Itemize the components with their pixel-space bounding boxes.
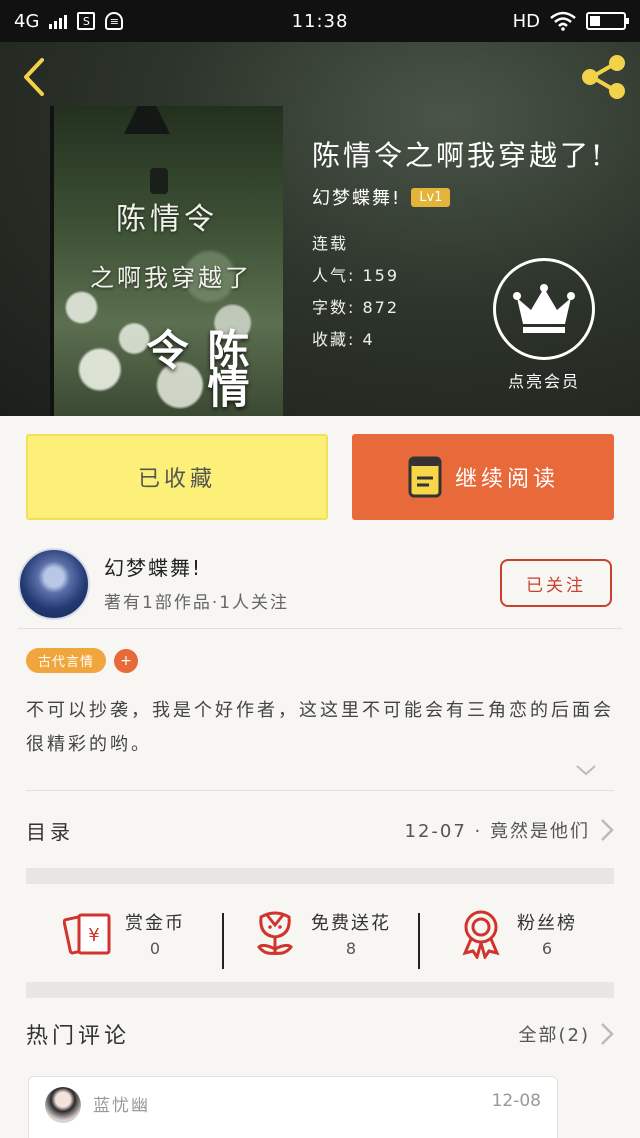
book-header: 陈情令 之啊我穿越了 陈情令 陈情令之啊我穿越了! 幻梦蝶舞! Lv1 连载 人… xyxy=(0,42,640,416)
vip-label: 点亮会员 xyxy=(507,372,580,391)
status-bar: 4G S ≡ 11:38 HD xyxy=(0,0,640,42)
book-description: 不可以抄袭，我是个好作者，这这里不可能会有三角恋的后面会很精彩的哟。 xyxy=(26,700,614,755)
author-name[interactable]: 幻梦蝶舞! xyxy=(104,552,202,581)
share-icon xyxy=(582,55,625,99)
author-row: 幻梦蝶舞! 著有1部作品·1人关注 已关注 xyxy=(0,540,640,630)
medal-icon xyxy=(462,910,500,959)
toc-label: 目录 xyxy=(26,819,74,844)
cover-subtitle: 之啊我穿越了 xyxy=(90,264,252,292)
cover-title: 陈情令 xyxy=(116,202,218,237)
back-button[interactable] xyxy=(16,56,52,98)
level-badge: Lv1 xyxy=(411,187,451,207)
cover-seal: 陈情令 xyxy=(140,328,250,404)
comment-date: 12-08 xyxy=(491,1091,541,1111)
toc-latest: 12-07 · 竟然是他们 xyxy=(405,817,614,843)
red-envelope-icon: ¥ xyxy=(63,913,111,955)
signal-icon xyxy=(49,13,68,29)
status-right: HD xyxy=(512,10,629,32)
battery-icon xyxy=(586,12,629,30)
vip-circle xyxy=(493,258,595,360)
commenter-avatar[interactable] xyxy=(45,1087,81,1123)
cover-lamp xyxy=(124,106,170,134)
collected-button[interactable]: 已收藏 xyxy=(26,434,328,520)
follow-label: 已关注 xyxy=(526,575,586,596)
tag-list: 古代言情 + xyxy=(26,648,139,673)
stat-value: 8 xyxy=(345,938,357,958)
expand-chevron-icon[interactable] xyxy=(574,762,598,778)
hd-label: HD xyxy=(512,10,540,32)
fan-ranking-button[interactable]: 粉丝榜 6 xyxy=(418,907,614,969)
all-comments-link[interactable]: 全部(2) xyxy=(519,1021,615,1047)
hot-comments-header: 热门评论 全部(2) xyxy=(26,1004,614,1064)
stats-row: ¥ 赏金币 0 免费送花 8 粉丝榜 6 xyxy=(26,886,614,980)
chevron-right-icon xyxy=(601,819,614,841)
cover-bell xyxy=(150,168,168,194)
stat-label: 免费送花 xyxy=(311,912,391,934)
reward-coin-text: 赏金币 0 xyxy=(125,909,185,958)
author-avatar[interactable] xyxy=(18,548,90,620)
clock: 11:38 xyxy=(291,10,349,32)
sim-icon: S xyxy=(77,12,96,30)
chevron-left-icon xyxy=(24,58,44,96)
book-status: 连载 xyxy=(312,234,349,253)
divider xyxy=(26,790,614,791)
divider xyxy=(18,628,622,629)
collected-label: 已收藏 xyxy=(137,467,216,492)
reward-coin-button[interactable]: ¥ 赏金币 0 xyxy=(26,907,222,959)
storage-icon: ≡ xyxy=(105,12,124,30)
book-word-count: 字数: 872 xyxy=(312,298,400,317)
section-separator xyxy=(26,868,614,884)
stat-value: 0 xyxy=(149,938,161,958)
comment-card[interactable]: 蓝忧幽 12-08 xyxy=(28,1076,558,1138)
book-meta: 连载 人气: 159 字数: 872 收藏: 4 xyxy=(312,228,399,356)
book-popularity: 人气: 159 xyxy=(312,266,400,285)
add-tag-button[interactable]: + xyxy=(114,648,139,673)
status-left: 4G S ≡ xyxy=(14,10,124,32)
wifi-icon xyxy=(550,11,576,31)
continue-read-label: 继续阅读 xyxy=(454,467,559,492)
stat-label: 赏金币 xyxy=(125,912,185,934)
section-separator xyxy=(26,982,614,998)
latest-chapter: 12-07 · 竟然是他们 xyxy=(404,821,590,842)
book-title: 陈情令之啊我穿越了! xyxy=(312,139,606,172)
commenter-name[interactable]: 蓝忧幽 xyxy=(93,1091,150,1116)
svg-text:¥: ¥ xyxy=(88,925,99,946)
book-cover[interactable]: 陈情令 之啊我穿越了 陈情令 xyxy=(50,106,283,416)
fan-ranking-text: 粉丝榜 6 xyxy=(517,909,577,958)
send-flower-text: 免费送花 8 xyxy=(311,909,391,958)
genre-tag[interactable]: 古代言情 xyxy=(26,648,107,673)
stat-value: 6 xyxy=(541,938,553,958)
crown-icon xyxy=(513,284,575,333)
book-favorites: 收藏: 4 xyxy=(312,330,375,349)
flower-icon xyxy=(257,911,293,955)
book-author[interactable]: 幻梦蝶舞! xyxy=(312,184,401,210)
chevron-right-icon xyxy=(601,1023,614,1045)
book-icon xyxy=(408,456,442,498)
send-flower-button[interactable]: 免费送花 8 xyxy=(222,907,418,969)
vip-button[interactable]: 点亮会员 xyxy=(490,258,598,392)
author-stats: 著有1部作品·1人关注 xyxy=(104,593,290,613)
toc-row[interactable]: 目录 12-07 · 竟然是他们 xyxy=(26,796,614,864)
all-comments-label: 全部(2) xyxy=(518,1025,590,1046)
follow-button[interactable]: 已关注 xyxy=(500,559,612,607)
stat-label: 粉丝榜 xyxy=(517,912,577,934)
book-author-row: 幻梦蝶舞! Lv1 xyxy=(312,184,451,210)
hot-comments-title: 热门评论 xyxy=(26,1024,131,1049)
continue-read-button[interactable]: 继续阅读 xyxy=(352,434,614,520)
share-button[interactable] xyxy=(578,54,628,100)
network-label: 4G xyxy=(14,10,40,32)
